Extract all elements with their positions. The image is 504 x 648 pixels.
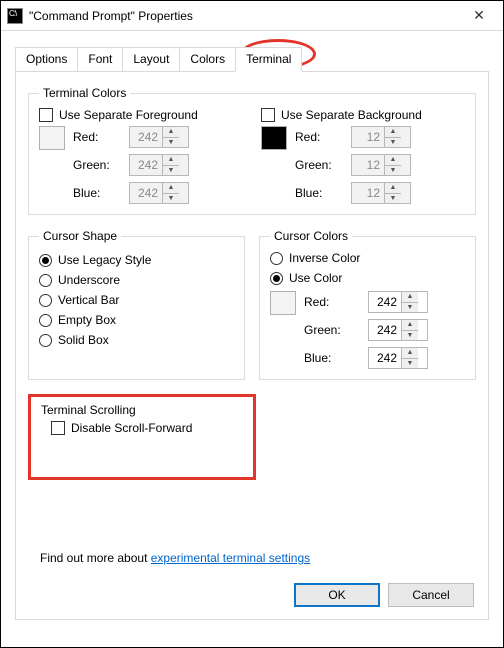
tab-font[interactable]: Font — [77, 47, 123, 71]
spinner-fg-red[interactable]: 242▲▼ — [129, 126, 189, 148]
ok-button[interactable]: OK — [294, 583, 380, 607]
label-disable-scroll-forward: Disable Scroll-Forward — [71, 421, 192, 435]
radio-inverse-color[interactable] — [270, 252, 283, 265]
checkbox-separate-foreground[interactable] — [39, 108, 53, 122]
radio-underscore[interactable] — [39, 274, 52, 287]
tab-layout[interactable]: Layout — [122, 47, 180, 71]
label-fg-blue: Blue: — [73, 186, 123, 200]
swatch-cursor-color[interactable] — [270, 291, 296, 315]
window-title: "Command Prompt" Properties — [29, 9, 193, 23]
app-icon: C:\ — [7, 8, 23, 24]
spinner-bg-blue[interactable]: 12▲▼ — [351, 182, 411, 204]
link-prefix: Find out more about — [40, 551, 151, 565]
spinner-bg-green[interactable]: 12▲▼ — [351, 154, 411, 176]
radio-vertical-bar[interactable] — [39, 294, 52, 307]
spinner-fg-green[interactable]: 242▲▼ — [129, 154, 189, 176]
legend-cursor-shape: Cursor Shape — [39, 229, 121, 243]
label-bg-red: Red: — [295, 130, 345, 144]
label-underscore: Underscore — [58, 273, 120, 287]
spinner-cc-red[interactable]: 242▲▼ — [368, 291, 428, 313]
cancel-button[interactable]: Cancel — [388, 583, 474, 607]
legend-terminal-colors: Terminal Colors — [39, 86, 130, 100]
label-vertical-bar: Vertical Bar — [58, 293, 119, 307]
link-experimental-settings[interactable]: experimental terminal settings — [151, 551, 310, 565]
label-bg-green: Green: — [295, 158, 345, 172]
label-empty-box: Empty Box — [58, 313, 116, 327]
experimental-link-line: Find out more about experimental termina… — [40, 551, 310, 565]
label-cc-blue: Blue: — [304, 351, 354, 365]
label-solid-box: Solid Box — [58, 333, 109, 347]
legend-terminal-scrolling: Terminal Scrolling — [41, 403, 243, 417]
label-separate-foreground: Use Separate Foreground — [59, 108, 198, 122]
radio-empty-box[interactable] — [39, 314, 52, 327]
highlight-terminal-scrolling: Terminal Scrolling Disable Scroll-Forwar… — [28, 394, 256, 480]
label-use-color: Use Color — [289, 271, 342, 285]
label-inverse-color: Inverse Color — [289, 251, 360, 265]
label-cc-green: Green: — [304, 323, 354, 337]
tab-options[interactable]: Options — [15, 47, 78, 71]
checkbox-disable-scroll-forward[interactable] — [51, 421, 65, 435]
radio-use-color[interactable] — [270, 272, 283, 285]
label-cc-red: Red: — [304, 295, 354, 309]
tab-colors[interactable]: Colors — [179, 47, 236, 71]
label-fg-green: Green: — [73, 158, 123, 172]
radio-solid-box[interactable] — [39, 334, 52, 347]
swatch-foreground[interactable] — [39, 126, 65, 150]
swatch-background[interactable] — [261, 126, 287, 150]
group-cursor-colors: Cursor Colors Inverse Color Use Color Re… — [259, 229, 476, 380]
radio-legacy-style[interactable] — [39, 254, 52, 267]
spinner-bg-red[interactable]: 12▲▼ — [351, 126, 411, 148]
spinner-cc-green[interactable]: 242▲▼ — [368, 319, 428, 341]
close-button[interactable]: ✕ — [461, 2, 497, 30]
tab-panel-terminal: Terminal Colors Use Separate Foreground … — [15, 72, 489, 620]
tab-terminal[interactable]: Terminal — [235, 47, 302, 72]
label-bg-blue: Blue: — [295, 186, 345, 200]
label-legacy-style: Use Legacy Style — [58, 253, 151, 267]
spinner-fg-blue[interactable]: 242▲▼ — [129, 182, 189, 204]
checkbox-separate-background[interactable] — [261, 108, 275, 122]
legend-cursor-colors: Cursor Colors — [270, 229, 352, 243]
title-bar: C:\ "Command Prompt" Properties ✕ — [1, 1, 503, 31]
tab-strip: Options Font Layout Colors Terminal — [15, 47, 489, 72]
group-cursor-shape: Cursor Shape Use Legacy Style Underscore… — [28, 229, 245, 380]
group-terminal-colors: Terminal Colors Use Separate Foreground … — [28, 86, 476, 215]
label-fg-red: Red: — [73, 130, 123, 144]
spinner-cc-blue[interactable]: 242▲▼ — [368, 347, 428, 369]
label-separate-background: Use Separate Background — [281, 108, 422, 122]
